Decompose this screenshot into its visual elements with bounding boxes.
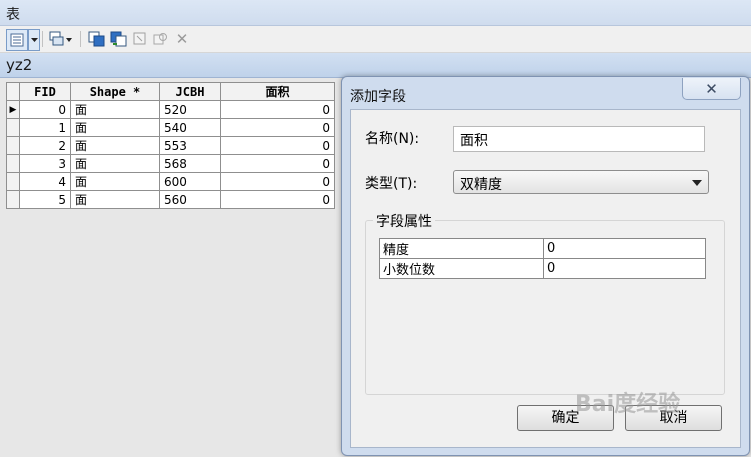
property-key: 精度 [379, 238, 544, 259]
row-selector[interactable] [6, 154, 20, 173]
add-field-dialog: 添加字段 ✕ 名称(N): 面积 类型(T): 双精度 字段属性 精度 0 小数… [341, 76, 750, 456]
column-header-jcbh[interactable]: JCBH [159, 82, 221, 101]
cell-area[interactable]: 0 [220, 136, 335, 155]
dialog-title: 添加字段 [350, 89, 406, 105]
dropdown-arrow-icon[interactable] [28, 29, 40, 51]
row-selector[interactable] [6, 118, 20, 137]
clear-selection-icon[interactable] [131, 29, 149, 49]
cell-jcbh[interactable]: 600 [159, 172, 221, 191]
property-value[interactable]: 0 [543, 258, 706, 279]
column-header-area[interactable]: 面积 [220, 82, 335, 101]
attribute-table: FID Shape * JCBH 面积 ▶ 0 面 520 0 1 面 540 … [6, 82, 335, 209]
cell-fid[interactable]: 1 [19, 118, 71, 137]
cell-shape[interactable]: 面 [70, 136, 160, 155]
cell-area[interactable]: 0 [220, 190, 335, 209]
type-select[interactable]: 双精度 [453, 170, 709, 194]
table-header-row: FID Shape * JCBH 面积 [6, 82, 335, 101]
cell-area[interactable]: 0 [220, 172, 335, 191]
close-icon[interactable]: ✕ [682, 78, 741, 100]
window-title-bar: 表 [0, 0, 751, 26]
name-field[interactable]: 面积 [453, 126, 705, 152]
type-label: 类型(T): [365, 176, 418, 192]
table-row[interactable]: 1 面 540 0 [6, 118, 335, 137]
cell-shape[interactable]: 面 [70, 100, 160, 119]
select-by-attributes-icon[interactable] [86, 29, 106, 49]
dialog-body: 名称(N): 面积 类型(T): 双精度 字段属性 精度 0 小数位数 0 确定… [350, 109, 741, 448]
cell-jcbh[interactable]: 553 [159, 136, 221, 155]
name-label: 名称(N): [365, 131, 420, 147]
row-selector[interactable] [6, 190, 20, 209]
cell-jcbh[interactable]: 568 [159, 154, 221, 173]
row-selector[interactable] [6, 136, 20, 155]
property-value[interactable]: 0 [543, 238, 706, 259]
chevron-down-icon[interactable] [692, 180, 702, 186]
cell-fid[interactable]: 4 [19, 172, 71, 191]
row-selector[interactable] [6, 172, 20, 191]
window-title: 表 [6, 7, 20, 23]
field-properties-table: 精度 0 小数位数 0 [379, 238, 706, 279]
table-options-icon[interactable] [6, 29, 28, 51]
related-tables-icon[interactable] [48, 29, 74, 49]
column-header-shape[interactable]: Shape * [70, 82, 160, 101]
cell-shape[interactable]: 面 [70, 172, 160, 191]
table-row[interactable]: 3 面 568 0 [6, 154, 335, 173]
table-row[interactable]: 2 面 553 0 [6, 136, 335, 155]
cell-shape[interactable]: 面 [70, 118, 160, 137]
table-row[interactable]: 4 面 600 0 [6, 172, 335, 191]
cell-area[interactable]: 0 [220, 154, 335, 173]
cell-area[interactable]: 0 [220, 100, 335, 119]
zoom-to-selected-icon[interactable] [151, 29, 169, 49]
cell-area[interactable]: 0 [220, 118, 335, 137]
property-row[interactable]: 小数位数 0 [379, 258, 706, 279]
field-properties-label: 字段属性 [373, 211, 435, 231]
property-key: 小数位数 [379, 258, 544, 279]
column-header-fid[interactable]: FID [19, 82, 71, 101]
cell-shape[interactable]: 面 [70, 154, 160, 173]
cell-jcbh[interactable]: 520 [159, 100, 221, 119]
switch-selection-icon[interactable] [108, 29, 128, 49]
table-tab-bar: yz2 [0, 53, 751, 78]
table-row[interactable]: ▶ 0 面 520 0 [6, 100, 335, 119]
property-row[interactable]: 精度 0 [379, 238, 706, 259]
row-selector-header[interactable] [6, 82, 20, 101]
row-selector-current-icon[interactable]: ▶ [6, 100, 20, 119]
tab-yz2[interactable]: yz2 [6, 56, 32, 74]
cell-jcbh[interactable]: 540 [159, 118, 221, 137]
delete-selected-icon[interactable]: ✕ [173, 29, 191, 49]
watermark-logo: Bai度经验 [575, 392, 681, 417]
cell-jcbh[interactable]: 560 [159, 190, 221, 209]
cell-fid[interactable]: 0 [19, 100, 71, 119]
cell-shape[interactable]: 面 [70, 190, 160, 209]
cell-fid[interactable]: 3 [19, 154, 71, 173]
cell-fid[interactable]: 2 [19, 136, 71, 155]
type-select-value: 双精度 [460, 177, 502, 193]
cell-fid[interactable]: 5 [19, 190, 71, 209]
table-toolbar: ✕ [0, 26, 751, 53]
table-row[interactable]: 5 面 560 0 [6, 190, 335, 209]
